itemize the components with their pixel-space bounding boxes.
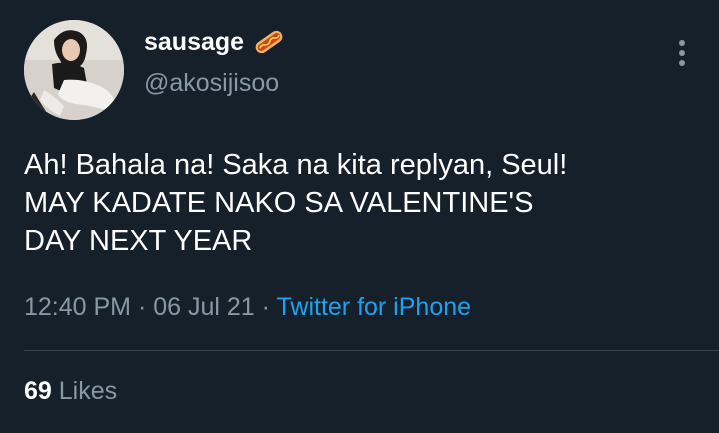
tweet-meta: 12:40 PM · 06 Jul 21 · Twitter for iPhon…: [24, 290, 471, 324]
tweet-header: sausage @akosijisoo: [24, 20, 286, 120]
meta-separator: ·: [137, 293, 147, 321]
display-name-text: sausage: [144, 28, 245, 56]
meta-separator: ·: [261, 293, 270, 321]
tweet-time[interactable]: 12:40 PM: [24, 293, 131, 321]
likes-count: 69: [24, 377, 52, 405]
likes-label: Likes: [58, 377, 118, 405]
more-vertical-icon[interactable]: [677, 38, 687, 68]
tweet-text: Ah! Bahala na! Saka na kita replyan, Seu…: [24, 149, 568, 257]
divider: [24, 350, 719, 351]
avatar[interactable]: [24, 20, 124, 120]
display-name[interactable]: sausage: [144, 26, 286, 58]
user-meta: sausage @akosijisoo: [144, 26, 286, 98]
hotdog-emoji-icon: [255, 30, 283, 54]
tweet-date[interactable]: 06 Jul 21: [153, 293, 254, 321]
likes-stat[interactable]: 69 Likes: [24, 374, 117, 408]
avatar-photo: [24, 20, 124, 120]
user-handle[interactable]: @akosijisoo: [144, 68, 286, 98]
tweet-detail: sausage @akosijisoo Ah! Bahala na! Saka …: [0, 0, 719, 433]
tweet-source-link[interactable]: Twitter for iPhone: [277, 293, 472, 321]
